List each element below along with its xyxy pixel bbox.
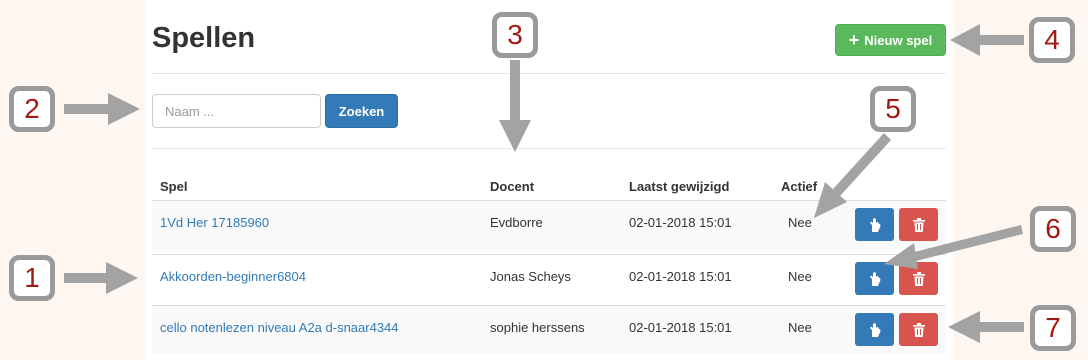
activate-button[interactable]: [855, 313, 894, 346]
trash-icon: [912, 322, 925, 337]
modified-cell: 02-01-2018 15:01: [629, 320, 732, 335]
active-cell: Nee: [788, 320, 812, 335]
teacher-cell: Evdborre: [490, 215, 543, 230]
modified-cell: 02-01-2018 15:01: [629, 215, 732, 230]
hand-icon: [869, 271, 880, 286]
new-game-label: Nieuw spel: [864, 32, 933, 48]
divider: [152, 148, 946, 149]
arrow-2-shaft: [64, 104, 112, 114]
trash-icon: [912, 271, 925, 286]
column-header-active: Actief: [781, 179, 818, 194]
hand-icon: [869, 217, 880, 232]
callout-4: 4: [1029, 17, 1075, 63]
row-divider: [152, 200, 946, 201]
page-title: Spellen: [152, 22, 256, 54]
search-input[interactable]: [152, 94, 321, 128]
game-link[interactable]: 1Vd Her 17185960: [160, 215, 269, 230]
active-cell: Nee: [788, 215, 812, 230]
divider: [152, 73, 946, 74]
plus-icon: +: [848, 30, 860, 50]
arrow-4-shaft: [976, 35, 1024, 45]
delete-button[interactable]: [899, 313, 938, 346]
callout-1: 1: [9, 255, 55, 301]
column-header-modified: Laatst gewijzigd: [629, 179, 730, 194]
game-link[interactable]: Akkoorden-beginner6804: [160, 269, 306, 284]
game-link[interactable]: cello notenlezen niveau A2a d-snaar4344: [160, 320, 399, 335]
callout-3: 3: [492, 12, 538, 58]
teacher-cell: Jonas Scheys: [490, 269, 571, 284]
arrow-4-head: [950, 24, 980, 56]
activate-button[interactable]: [855, 262, 894, 295]
new-game-button[interactable]: + Nieuw spel: [835, 24, 946, 56]
column-header-game: Spel: [160, 179, 188, 194]
modified-cell: 02-01-2018 15:01: [629, 269, 732, 284]
row-divider: [152, 305, 946, 306]
delete-button[interactable]: [899, 262, 938, 295]
delete-button[interactable]: [899, 208, 938, 241]
arrow-1-head: [106, 262, 138, 294]
callout-2: 2: [9, 86, 55, 132]
table-row: Akkoorden-beginner6804 Jonas Scheys 02-0…: [152, 254, 946, 303]
teacher-cell: sophie herssens: [490, 320, 585, 335]
column-header-teacher: Docent: [490, 179, 535, 194]
active-cell: Nee: [788, 269, 812, 284]
callout-5: 5: [870, 86, 916, 132]
arrow-1-shaft: [64, 273, 110, 283]
row-divider: [152, 254, 946, 255]
arrow-2-head: [108, 93, 140, 125]
callout-7: 7: [1030, 305, 1076, 351]
trash-icon: [912, 217, 925, 232]
activate-button[interactable]: [855, 208, 894, 241]
callout-6: 6: [1030, 206, 1076, 252]
search-button[interactable]: Zoeken: [325, 94, 398, 128]
arrow-7-shaft: [976, 322, 1024, 332]
table-row: 1Vd Her 17185960 Evdborre 02-01-2018 15:…: [152, 200, 946, 249]
table-row: cello notenlezen niveau A2a d-snaar4344 …: [152, 305, 946, 354]
hand-icon: [869, 322, 880, 337]
